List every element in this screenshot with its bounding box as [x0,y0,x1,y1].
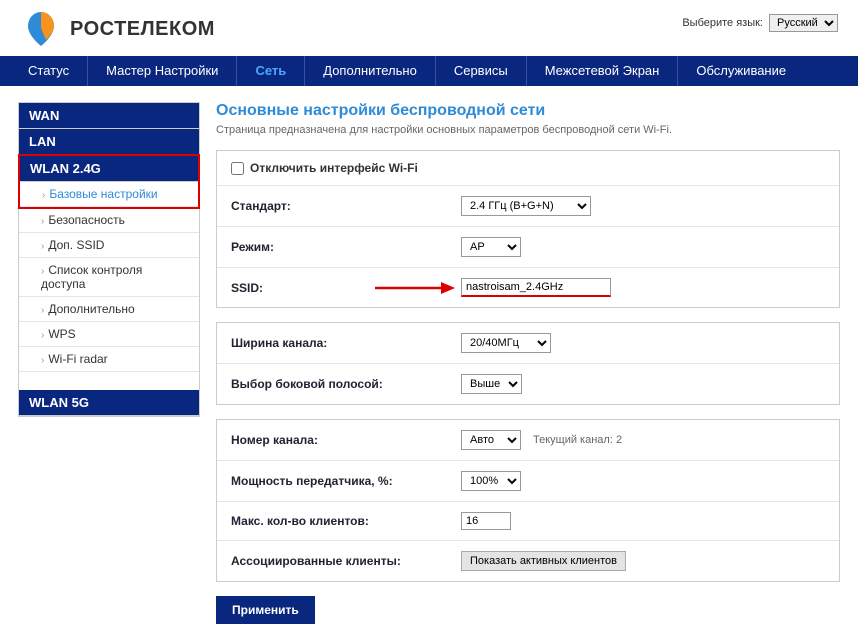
nav-services[interactable]: Сервисы [435,56,526,86]
chevron-right-icon: › [41,241,44,252]
language-label: Выберите язык: [682,17,763,29]
brand-logo: РОСТЕЛЕКОМ [20,8,215,50]
chevron-right-icon: › [41,355,44,366]
sidebar-item-label: WPS [48,327,75,341]
show-clients-button[interactable]: Показать активных клиентов [461,551,626,571]
disable-wifi-checkbox[interactable] [231,162,244,175]
rostelecom-icon [20,8,62,50]
chevron-right-icon: › [41,216,44,227]
channel-select[interactable]: Авто [461,430,521,450]
ssid-input[interactable] [461,278,611,297]
nav-maintenance[interactable]: Обслуживание [677,56,804,86]
nav-wizard[interactable]: Мастер Настройки [87,56,236,86]
assoc-label: Ассоциированные клиенты: [231,554,461,568]
nav-firewall[interactable]: Межсетевой Экран [526,56,678,86]
sidebar-item-radar[interactable]: › Wi-Fi radar [19,347,199,372]
power-select[interactable]: 100% [461,471,521,491]
page-title: Основные настройки беспроводной сети [216,102,840,120]
standard-select[interactable]: 2.4 ГГц (B+G+N) [461,196,591,216]
nav-status[interactable]: Статус [0,56,87,86]
sidebar-item-label: Список контроля доступа [41,263,142,291]
sidebar-item-label: Базовые настройки [49,187,157,201]
top-nav: Статус Мастер Настройки Сеть Дополнитель… [0,56,858,86]
disable-wifi-label: Отключить интерфейс Wi-Fi [250,161,418,175]
panel-channel: Номер канала: Авто Текущий канал: 2 Мощн… [216,419,840,582]
power-label: Мощность передатчика, %: [231,474,461,488]
content: Основные настройки беспроводной сети Стр… [216,102,840,624]
nav-advanced[interactable]: Дополнительно [304,56,435,86]
language-select[interactable]: Русский [769,14,838,32]
panel-basic: Отключить интерфейс Wi-Fi Стандарт: 2.4 … [216,150,840,308]
apply-button[interactable]: Применить [216,596,315,624]
sidebar-item-wps[interactable]: › WPS [19,322,199,347]
chevron-right-icon: › [41,305,44,316]
sidebar-item-security[interactable]: › Безопасность [19,208,199,233]
channel-hint: Текущий канал: 2 [533,434,622,446]
standard-label: Стандарт: [231,199,461,213]
sidebar-group-wan[interactable]: WAN [19,103,199,129]
channel-label: Номер канала: [231,433,461,447]
max-clients-input[interactable] [461,512,511,530]
brand-text: РОСТЕЛЕКОМ [70,18,215,41]
panel-channel-width: Ширина канала: 20/40МГц Выбор боковой по… [216,322,840,405]
sidebar-item-label: Безопасность [48,213,125,227]
bandwidth-label: Ширина канала: [231,336,461,350]
language-selector: Выберите язык: Русский [682,8,838,32]
sidebar-item-advanced[interactable]: › Дополнительно [19,297,199,322]
arrow-icon [375,281,455,295]
sidebar: WAN LAN WLAN 2.4G › Базовые настройки › Бе… [18,102,200,624]
sidebar-item-basic[interactable]: › Базовые настройки [20,182,198,207]
sidebar-group-wlan5[interactable]: WLAN 5G [19,390,199,416]
sideband-select[interactable]: Выше [461,374,522,394]
sidebar-item-label: Wi-Fi radar [48,352,107,366]
bandwidth-select[interactable]: 20/40МГц [461,333,551,353]
mode-label: Режим: [231,240,461,254]
nav-network[interactable]: Сеть [236,56,304,86]
sidebar-item-acl[interactable]: ›Список контроля доступа [19,258,199,297]
chevron-right-icon: › [41,330,44,341]
chevron-right-icon: › [42,190,45,201]
page-description: Страница предназначена для настройки осн… [216,124,840,136]
sideband-label: Выбор боковой полосой: [231,377,461,391]
mode-select[interactable]: AP [461,237,521,257]
sidebar-group-wlan24[interactable]: WLAN 2.4G [20,156,198,182]
chevron-right-icon: › [41,266,44,277]
sidebar-group-lan[interactable]: LAN [19,129,199,155]
max-clients-label: Макс. кол-во клиентов: [231,514,461,528]
sidebar-item-ssid[interactable]: › Доп. SSID [19,233,199,258]
sidebar-item-label: Дополнительно [48,302,134,316]
sidebar-item-label: Доп. SSID [48,238,104,252]
